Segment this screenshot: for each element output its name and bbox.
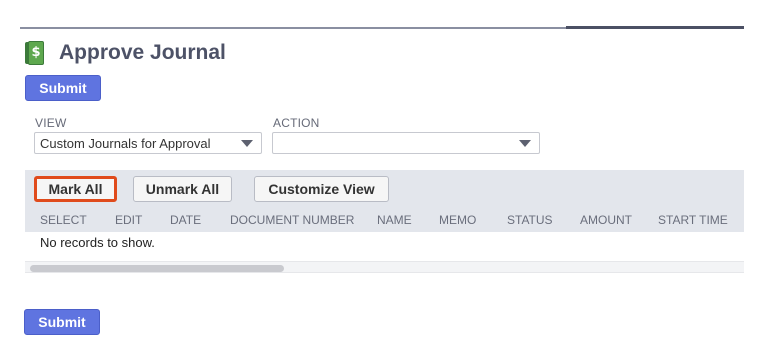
submit-button-bottom[interactable]: Submit <box>24 309 100 335</box>
action-select[interactable] <box>272 132 540 154</box>
unmark-all-button[interactable]: Unmark All <box>133 176 232 202</box>
column-header-name[interactable]: NAME <box>377 213 412 227</box>
customize-view-button[interactable]: Customize View <box>254 176 389 202</box>
column-header-status[interactable]: STATUS <box>507 213 553 227</box>
view-select-value: Custom Journals for Approval <box>40 135 211 151</box>
view-select[interactable]: Custom Journals for Approval <box>34 132 262 154</box>
column-header-memo[interactable]: MEMO <box>439 213 476 227</box>
column-header-date[interactable]: DATE <box>170 213 201 227</box>
ledger-dollar-icon: $ <box>25 41 45 65</box>
mark-all-button[interactable]: Mark All <box>34 176 117 202</box>
page-header: $ Approve Journal <box>25 40 226 66</box>
empty-list-message: No records to show. <box>40 235 155 250</box>
action-label: ACTION <box>273 116 320 130</box>
scrollbar-thumb[interactable] <box>30 265 284 272</box>
column-header-select[interactable]: SELECT <box>40 213 87 227</box>
page-title: Approve Journal <box>59 41 226 64</box>
chevron-down-icon <box>519 140 531 147</box>
submit-button-top[interactable]: Submit <box>25 75 101 101</box>
list-header-panel: Mark All Unmark All Customize View SELEC… <box>25 170 744 232</box>
column-header-edit[interactable]: EDIT <box>115 213 142 227</box>
column-header-amount[interactable]: AMOUNT <box>580 213 632 227</box>
top-divider-accent <box>566 26 744 29</box>
column-header-start-time[interactable]: START TIME <box>658 213 728 227</box>
column-header-document-number[interactable]: DOCUMENT NUMBER <box>230 213 354 227</box>
chevron-down-icon <box>241 140 253 147</box>
view-label: VIEW <box>35 116 67 130</box>
